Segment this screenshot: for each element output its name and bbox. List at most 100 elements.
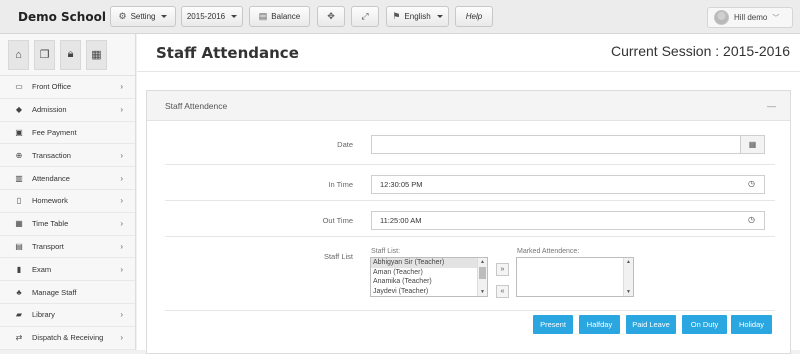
calendar-icon[interactable]: ▦ [86,39,107,70]
chevron-right-icon: › [120,105,123,115]
move-right-button[interactable]: » [496,263,509,276]
staff-list-title: Staff List: [371,248,401,255]
sidebar-item-label: Manage Staff [32,287,77,297]
sidebar-item-exam[interactable]: ▮ Exam › [0,258,135,282]
paid-leave-button[interactable]: Paid Leave [626,315,676,334]
fit-screen-button[interactable]: ✥ [317,6,345,27]
collapse-icon[interactable]: — [767,101,776,111]
current-session: Current Session : 2015-2016 [611,43,790,59]
sidebar-item-transaction[interactable]: ⊕ Transaction › [0,144,135,168]
sidebar: ⌂ ❐ 🔒︎ ▦ ▭ Front Office › ◆ Admission › … [0,34,136,350]
move-left-button[interactable]: « [496,285,509,298]
chevron-right-icon: › [120,310,123,320]
staff-option[interactable]: Jaydevi (Teacher) [371,287,487,297]
bus-icon: ▤ [15,241,23,251]
staff-list-label: Staff List [323,252,353,261]
money-icon: ▣ [15,127,23,137]
file-icon: ▮ [16,264,22,274]
calendar-icon[interactable]: ▦ [740,136,764,153]
graduation-cap-icon: ◆ [15,105,23,115]
caret-down-icon [161,15,168,18]
out-time-value: 11:25:00 AM [380,216,422,225]
scroll-down-icon[interactable]: ▼ [480,289,485,295]
balance-button[interactable]: ▤ Balance [249,6,310,27]
globe-icon: ⊕ [15,150,23,160]
session-dropdown[interactable]: 2015-2016 [181,6,243,27]
in-time-field[interactable]: 12:30:05 PM ◷ [371,175,765,194]
chevron-right-icon: › [120,150,123,160]
sidebar-item-attendance[interactable]: ▥ Attendance › [0,167,135,190]
fullscreen-button[interactable]: ⤢ [351,6,379,27]
monitor-icon: ▭ [15,82,23,92]
marked-attendance-title: Marked Attendence: [517,248,580,255]
user-menu[interactable]: Hill demo ﹀ [707,7,793,28]
in-time-value: 12:30:05 PM [380,180,423,189]
user-name: Hill demo [734,13,768,22]
bar-chart-icon: ▥ [15,173,23,183]
date-field[interactable]: ▦ [371,135,765,154]
holiday-button[interactable]: Holiday [731,315,772,334]
language-dropdown[interactable]: ⚑ English [386,6,449,27]
sidebar-item-homework[interactable]: ▯ Homework › [0,190,135,213]
scrollbar-thumb[interactable] [479,267,486,279]
expand-icon: ⤢ [361,11,369,21]
gear-icon: ⚙ [118,11,127,21]
scroll-up-icon[interactable]: ▲ [626,259,631,265]
calendar-icon: ▦ [15,219,23,229]
panel-title: Staff Attendence [165,101,228,111]
sidebar-item-library[interactable]: ▰ Library › [0,304,135,327]
flag-icon: ⚑ [392,11,401,21]
exchange-icon: ⇄ [15,333,23,343]
on-duty-button[interactable]: On Duty [682,315,727,334]
session-label: 2015-2016 [186,12,226,21]
sidebar-item-time-table[interactable]: ▦ Time Table › [0,213,135,236]
setting-label: Setting [130,12,156,21]
staff-option[interactable]: Anamika (Teacher) [371,277,487,287]
scrollbar[interactable]: ▲ ▼ [623,258,633,296]
halfday-button[interactable]: Halfday [579,315,620,334]
out-time-label: Out Time [322,216,353,225]
scrollbar[interactable]: ▲ ▼ [477,258,487,296]
top-bar: Demo School ⚙ Setting 2015-2016 ▤ Balanc… [0,0,800,34]
lock-icon[interactable]: 🔒︎ [60,39,81,70]
avatar [714,10,729,25]
marked-attendance-select[interactable]: ▲ ▼ [516,257,634,297]
clock-icon[interactable]: ◷ [748,179,755,188]
setting-dropdown[interactable]: ⚙ Setting [110,6,176,27]
sidebar-item-label: Transport [32,241,64,251]
sidebar-item-admission[interactable]: ◆ Admission › [0,99,135,122]
staff-list-select[interactable]: Abhigyan Sir (Teacher) Aman (Teacher) An… [370,257,488,297]
database-icon: ▤ [258,11,268,21]
language-label: English [404,12,431,21]
help-button[interactable]: Help [455,6,493,27]
documents-icon[interactable]: ❐ [34,39,55,70]
sidebar-item-dispatch-receiving[interactable]: ⇄ Dispatch & Receiving › [0,327,135,350]
out-time-field[interactable]: 11:25:00 AM ◷ [371,211,765,230]
home-icon[interactable]: ⌂ [8,39,29,70]
panel-header: Staff Attendence — [147,91,790,121]
sidebar-item-fee-payment[interactable]: ▣ Fee Payment [0,122,135,145]
chevron-right-icon: › [120,219,123,229]
staff-list-row: Staff List Staff List: Abhigyan Sir (Tea… [165,237,775,311]
present-button[interactable]: Present [533,315,573,334]
book-icon: ▰ [15,310,23,320]
caret-down-icon [436,15,443,18]
brand-name[interactable]: Demo School [18,10,106,24]
page-title: Staff Attendance [156,44,299,62]
sidebar-item-label: Admission [32,105,67,115]
users-icon: ♣ [16,287,22,297]
staff-option[interactable]: Abhigyan Sir (Teacher) [371,258,487,268]
scroll-down-icon[interactable]: ▼ [626,289,631,295]
help-label: Help [465,12,483,21]
scroll-up-icon[interactable]: ▲ [480,259,485,265]
sidebar-item-front-office[interactable]: ▭ Front Office › [0,76,135,99]
sidebar-item-transport[interactable]: ▤ Transport › [0,236,135,259]
chevron-right-icon: › [120,173,123,183]
sidebar-item-label: Attendance [32,173,70,183]
chevron-right-icon: › [120,241,123,251]
clock-icon[interactable]: ◷ [748,215,755,224]
sidebar-item-label: Fee Payment [32,127,77,137]
sidebar-item-manage-staff[interactable]: ♣ Manage Staff [0,281,135,304]
sidebar-item-label: Homework [32,196,68,206]
staff-option[interactable]: Aman (Teacher) [371,268,487,278]
